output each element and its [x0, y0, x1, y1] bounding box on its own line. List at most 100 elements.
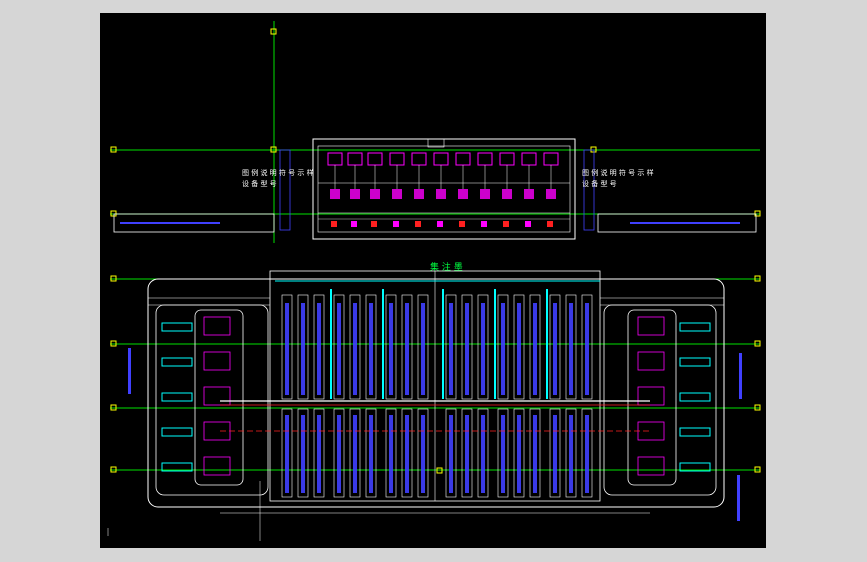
side-panel-right [637, 316, 665, 336]
equipment-block [392, 189, 402, 199]
cable-bundle-upper [337, 303, 341, 395]
side-panel-right [637, 456, 665, 476]
cable-bundle-lower [405, 415, 409, 493]
cable-bundle-upper [585, 303, 589, 395]
side-panel-right [637, 351, 665, 371]
side-panel-left [203, 351, 231, 371]
side-unit-left [161, 357, 193, 367]
cable-bundle-lower [585, 415, 589, 493]
rack-divider [546, 289, 548, 399]
side-panel-left [203, 456, 231, 476]
equipment-marker [371, 221, 377, 227]
equipment-unit [521, 152, 537, 166]
equipment-block [436, 189, 446, 199]
equipment-block [458, 189, 468, 199]
equipment-block [350, 189, 360, 199]
equipment-block [480, 189, 490, 199]
equipment-block [330, 189, 340, 199]
cable-bundle-upper [421, 303, 425, 395]
equipment-unit [477, 152, 493, 166]
cable-bundle-upper [517, 303, 521, 395]
hall-title-label: 集 注 墨 [430, 261, 463, 273]
equipment-block [546, 189, 556, 199]
rack-divider [442, 289, 444, 399]
rack-divider [382, 289, 384, 399]
cable-bundle-upper [449, 303, 453, 395]
cable-bundle-upper [285, 303, 289, 395]
side-panel-left [203, 421, 231, 441]
cable-bundle-lower [421, 415, 425, 493]
equipment-marker [437, 221, 443, 227]
cad-viewport[interactable]: 图 例 说 明 符 号 示 样 设 备 型 号 图 例 说 明 符 号 示 样 … [100, 13, 766, 548]
equipment-unit [433, 152, 449, 166]
rack-divider [494, 289, 496, 399]
equipment-unit [499, 152, 515, 166]
cable-bundle-lower [533, 415, 537, 493]
legend-note-right-1: 图 例 说 明 符 号 示 样 [582, 168, 654, 177]
legend-note-left-2: 设 备 型 号 [242, 179, 277, 188]
cable-bundle-lower [481, 415, 485, 493]
cable-bundle-upper [481, 303, 485, 395]
equipment-block [414, 189, 424, 199]
cable-bundle-lower [317, 415, 321, 493]
side-unit-left [161, 322, 193, 332]
upper-room [312, 138, 576, 240]
cable-bundle-upper [465, 303, 469, 395]
equipment-block [502, 189, 512, 199]
cable-bundle-lower [465, 415, 469, 493]
rack-divider [330, 289, 332, 399]
upper-equipment-group [327, 152, 559, 227]
main-hall [147, 270, 725, 508]
rack-rows [281, 289, 593, 498]
cable-bundle-lower [553, 415, 557, 493]
side-unit-left [161, 427, 193, 437]
equipment-marker [525, 221, 531, 227]
cable-bundle-upper [353, 303, 357, 395]
equipment-marker [415, 221, 421, 227]
cable-bundle-lower [285, 415, 289, 493]
equipment-block [370, 189, 380, 199]
equipment-block [524, 189, 534, 199]
equipment-unit [389, 152, 405, 166]
legend-note-right-2: 设 备 型 号 [582, 179, 617, 188]
equipment-marker [547, 221, 553, 227]
legend-note-left-1: 图 例 说 明 符 号 示 样 [242, 168, 314, 177]
side-panel-right [637, 421, 665, 441]
dimension-lines [107, 481, 650, 541]
cable-bundle-lower [501, 415, 505, 493]
equipment-marker [393, 221, 399, 227]
cable-bundle-lower [517, 415, 521, 493]
axis-markers [110, 28, 761, 474]
cable-bundle-lower [449, 415, 453, 493]
cable-bundle-upper [405, 303, 409, 395]
side-unit-right [679, 357, 711, 367]
side-unit-right [679, 392, 711, 402]
equipment-unit [327, 152, 343, 166]
equipment-marker [459, 221, 465, 227]
equipment-unit [411, 152, 427, 166]
side-unit-right [679, 322, 711, 332]
cable-bundle-lower [569, 415, 573, 493]
side-unit-right [679, 427, 711, 437]
equipment-marker [503, 221, 509, 227]
equipment-unit [455, 152, 471, 166]
cable-bundle-upper [301, 303, 305, 395]
side-panel-left [203, 386, 231, 406]
side-rooms [155, 304, 717, 496]
cable-bundle-upper [501, 303, 505, 395]
corridor-bands [113, 149, 757, 233]
cable-bundle-lower [337, 415, 341, 493]
equipment-marker [351, 221, 357, 227]
equipment-marker [331, 221, 337, 227]
cable-bundle-lower [353, 415, 357, 493]
cable-bundle-lower [301, 415, 305, 493]
cable-bundle-lower [389, 415, 393, 493]
equipment-unit [347, 152, 363, 166]
equipment-unit [543, 152, 559, 166]
equipment-marker [481, 221, 487, 227]
cable-bundle-lower [369, 415, 373, 493]
cable-bundle-upper [369, 303, 373, 395]
cable-bundle-upper [389, 303, 393, 395]
cable-bundle-upper [533, 303, 537, 395]
cable-bundle-upper [553, 303, 557, 395]
